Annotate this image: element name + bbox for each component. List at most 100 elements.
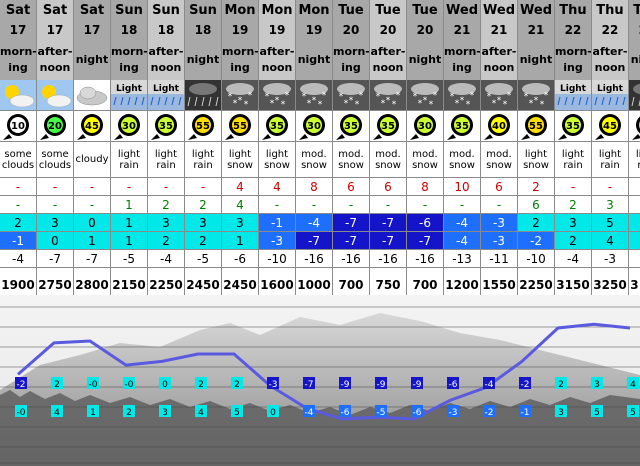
date-cell: 21 (517, 20, 555, 40)
min-temp-cell: -4 (443, 231, 481, 250)
weather-icon-cell (36, 80, 74, 111)
snow-icon: * * ** * (481, 80, 517, 110)
date-cell: 22 (628, 20, 640, 40)
snow-cell: 4 (221, 177, 259, 196)
weather-icon-cell: * * * * * (221, 80, 259, 111)
wind-arrow-icon: 55 (632, 116, 640, 140)
upper-temp-label: -9 (413, 380, 422, 390)
svg-text:*: * (281, 100, 286, 110)
svg-text:*: * (238, 96, 243, 106)
snow-cell: 10 (443, 177, 481, 196)
min-temp-cell: -7 (406, 231, 444, 250)
lower-temp-label: -6 (341, 408, 350, 418)
period-cell: night (628, 40, 640, 80)
date-cell: 19 (221, 20, 259, 40)
snow-icon: * * ** * (296, 80, 332, 110)
svg-text:*: * (534, 96, 539, 106)
min-temp-cell: 4 (628, 231, 640, 250)
rain-cell: 2 (554, 195, 592, 214)
min-temp-cell: -2 (517, 231, 555, 250)
svg-text:*: * (392, 100, 397, 110)
wind-row: 10 20 45 30 35 55 55 35 30 35 35 30 35 40 55 35 45 55 (0, 110, 640, 142)
summary-cell: mod. snow (443, 141, 481, 178)
svg-text:Light: Light (560, 84, 587, 94)
svg-text:*: * (470, 91, 475, 101)
period-cell: after-noon (480, 40, 518, 80)
period-cell: morn-ing (221, 40, 259, 80)
wind-arrow-icon: 20 (40, 114, 66, 140)
upper-temp-badge: 2 (231, 377, 243, 390)
upper-temp-label: -3 (269, 380, 278, 390)
date-cell: 17 (0, 20, 37, 40)
max-temp-cell: 2 (0, 213, 37, 232)
svg-text:Light: Light (597, 84, 624, 94)
wind-speed-label: 35 (566, 121, 580, 132)
weather-icon-cell: * * * * * (406, 80, 444, 111)
rain-cell: 3 (591, 195, 629, 214)
lower-temp-badge: 3 (159, 405, 171, 418)
max-temp-cell: -3 (480, 213, 518, 232)
max-temp-cell: 5 (628, 213, 640, 232)
wind-cell: 10 (0, 110, 37, 142)
upper-temp-label: -7 (305, 380, 314, 390)
wind-speed-label: 35 (270, 121, 284, 132)
wind-chill-cell: -6 (221, 249, 259, 268)
summary-cell: mod. snow (480, 141, 518, 178)
day-cell: Thu (554, 0, 592, 20)
wind-speed-label: 30 (418, 121, 432, 132)
day-cell: Sun (184, 0, 222, 20)
upper-temp-badge: -9 (339, 377, 351, 390)
wind-arrow-icon: 30 (299, 114, 325, 140)
day-cell: Wed (443, 0, 481, 20)
svg-text:*: * (507, 91, 512, 101)
wind-chill-cell: -13 (443, 249, 481, 268)
forecast-table: Sat Sat Sat Sun Sun Sun Mon Mon Mon Tue Tue Tue Wed W… (0, 0, 640, 302)
period-cell: morn-ing (110, 40, 148, 80)
svg-text:*: * (233, 99, 238, 109)
wind-chill-cell: -3 (591, 249, 629, 268)
weather-icon-cell: Light (110, 80, 148, 111)
lower-temp-badge: -5 (375, 405, 387, 418)
snow-icon: * * ** * (518, 80, 554, 110)
upper-temp-badge: 4 (627, 377, 639, 390)
weather-icon-cell: * * * * * (443, 80, 481, 111)
rain-cell: 4 (221, 195, 259, 214)
snow-icon: * * ** * (370, 80, 406, 110)
lower-temp-badge: -1 (519, 405, 531, 418)
weather-icon-cell (73, 80, 111, 111)
wind-speed-label: 45 (603, 121, 617, 132)
summary-cell: light rain (591, 141, 629, 178)
upper-temp-label: -2 (17, 380, 26, 390)
weather-icon-cell (0, 80, 37, 111)
wind-chill-cell: -16 (332, 249, 370, 268)
svg-text:*: * (529, 99, 534, 109)
rain-night-icon (185, 80, 221, 110)
summary-cell: cloudy (73, 141, 111, 178)
svg-text:*: * (381, 99, 386, 109)
lower-temp-badge: 1 (87, 405, 99, 418)
svg-text:*: * (544, 91, 549, 101)
upper-temp-label: -2 (521, 380, 530, 390)
svg-text:*: * (386, 96, 391, 106)
upper-temp-label: -9 (377, 380, 386, 390)
summary-cell: light rain (110, 141, 148, 178)
min-temp-cell: 4 (591, 231, 629, 250)
lower-temp-badge: 5 (231, 405, 243, 418)
rain-cell: - (73, 195, 111, 214)
wind-chill-cell: -10 (258, 249, 296, 268)
upper-temp-badge: -0 (87, 377, 99, 390)
wind-arrow-icon: 35 (262, 114, 288, 140)
date-cell: 20 (369, 20, 407, 40)
upper-temp-badge: -2 (519, 377, 531, 390)
upper-temp-badge: -2 (15, 377, 27, 390)
rain-night-icon (629, 80, 640, 110)
max-temp-cell: 1 (110, 213, 148, 232)
date-cell: 21 (480, 20, 518, 40)
svg-text:*: * (318, 100, 323, 110)
max-temp-cell: -4 (443, 213, 481, 232)
wind-cell: 40 (480, 110, 518, 142)
summary-cell: mod. snow (406, 141, 444, 178)
sun-cloud-icon (37, 80, 73, 110)
svg-text:*: * (344, 99, 349, 109)
day-cell: Thu (628, 0, 640, 20)
